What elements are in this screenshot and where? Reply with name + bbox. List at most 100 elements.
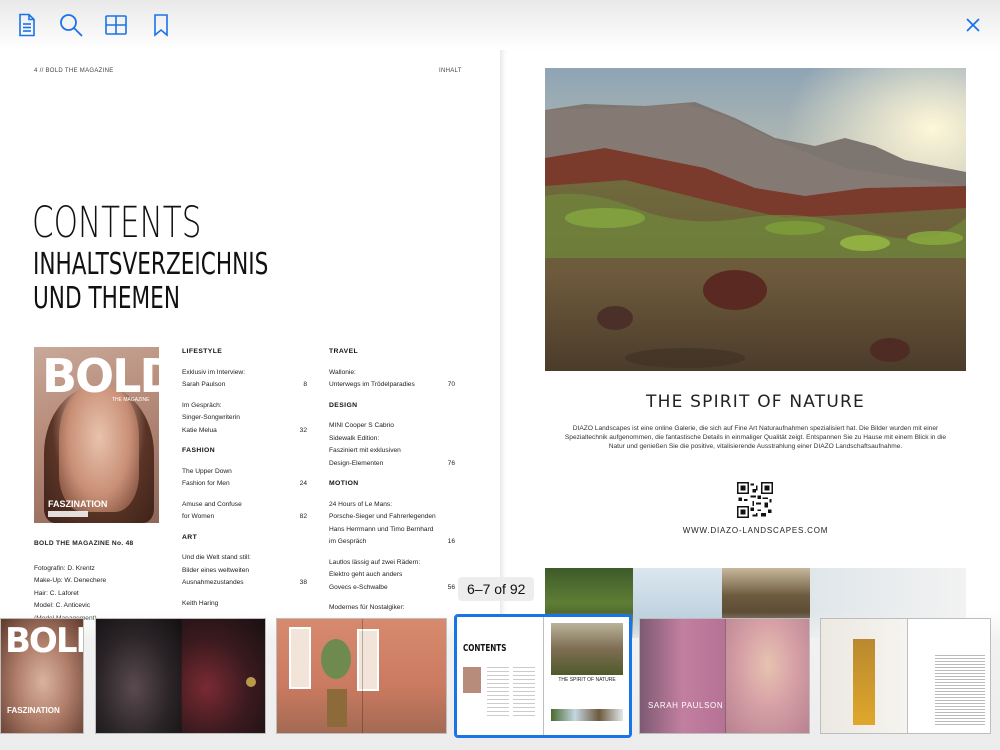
ad-headline: THE SPIRIT OF NATURE <box>646 392 865 412</box>
thumb-plant <box>321 639 351 679</box>
thumb-contents-cover <box>463 667 481 693</box>
toc-entry-text: Hans Herrmann und Timo Bernhard <box>329 525 434 533</box>
thumb-nature-page: THE SPIRIT OF NATURE <box>543 617 629 735</box>
credit-line: Fotografin: D. Krentz <box>34 564 95 572</box>
credit-line: Model: C. Anticevic <box>34 602 91 609</box>
page-folio: 4 // BOLD THE MAGAZINE <box>34 68 114 74</box>
toc-entry-text: Fashion for Men <box>182 480 230 487</box>
toc-page-number: 8 <box>303 381 307 388</box>
toc-entry-text: Fasziniert mit exklusiven <box>329 447 401 454</box>
search-icon[interactable] <box>58 12 84 38</box>
thumb-pages-2-3[interactable] <box>95 618 266 734</box>
toc-section-heading: ART <box>182 533 198 541</box>
close-icon[interactable] <box>962 14 984 36</box>
magazine-reader: 4 // BOLD THE MAGAZINE INHALT CONTENTS I… <box>0 0 1000 750</box>
credit-line: Hair: C. Laforet <box>34 589 79 597</box>
toc-page-number: 82 <box>299 513 307 520</box>
toc-entry-text: Im Gespräch: <box>182 401 222 409</box>
cover-model-face <box>59 387 139 512</box>
toc-entry[interactable]: Keith Haring <box>182 598 307 611</box>
subtitle-line-2: UND THEMEN <box>33 281 180 316</box>
toc-entry[interactable]: Lautlos lässig auf zwei Rädern: Elektro g… <box>329 557 455 595</box>
page-indicator: 6–7 of 92 <box>458 577 535 601</box>
thumb-pink-photo: SARAH PAULSON <box>640 619 725 733</box>
toc-entry-text: Sidewalk Edition: <box>329 434 380 442</box>
toc-entry[interactable]: MINI Cooper S Cabrio Sidewalk Edition: Fas… <box>329 420 455 470</box>
toc-entry-text: Amuse and Confuse <box>182 500 242 508</box>
toc-entry-text: Sarah Paulson <box>182 381 226 388</box>
toc-column-2: TRAVEL Wallonie: Unterwegs im Trödelparadi… <box>329 346 455 623</box>
toc-page-number: 24 <box>299 480 307 487</box>
thumb-spine <box>181 619 182 733</box>
subtitle-line-1: INHALTSVERZEICHNIS <box>33 247 269 282</box>
thumb-window <box>357 629 379 691</box>
toc-entry-text: Unterwegs im Trödelparadies <box>329 381 415 388</box>
thumb-pages-10-11[interactable] <box>820 618 991 734</box>
credit-line: Make-Up: W. Denechere <box>34 577 107 584</box>
thumb-strip <box>551 709 623 721</box>
grid-icon[interactable] <box>103 12 129 38</box>
cover-masthead: BOLD <box>42 349 159 403</box>
toc-entry-text: Govecs e-Schwalbe <box>329 583 388 591</box>
toc-entry[interactable]: 24 Hours of Le Mans: Porsche-Sieger und F… <box>329 499 455 549</box>
thumb-spine <box>725 619 726 733</box>
thumb-spine <box>907 619 908 733</box>
porsche-crest-icon <box>246 677 256 687</box>
toc-page-number: 32 <box>299 426 307 434</box>
bookmark-icon[interactable] <box>148 12 174 38</box>
cover-coverline: FASZINATION <box>48 499 108 509</box>
toc-column-1: LIFESTYLE Exklusiv im Interview: Sarah Pau… <box>182 346 307 618</box>
thumb-text-page <box>907 619 990 733</box>
toc-entry[interactable]: Und die Welt stand still: Bilder eines we… <box>182 552 307 590</box>
toc-entry-text: Design-Elementen <box>329 459 384 467</box>
toc-entry-text: Exklusiv im Interview: <box>182 368 246 376</box>
toc-entry-text: Singer-Songwriterin <box>182 414 240 421</box>
toc-page-number: 16 <box>447 538 455 545</box>
thumb-pages-6-7[interactable]: CONTENTS THE SPIRIT OF NATURE <box>454 614 632 738</box>
toc-entry-text: Bilder eines weltweiten <box>182 566 250 574</box>
toc-section-heading: LIFESTYLE <box>182 348 223 355</box>
toc-entry-text: The Upper Down <box>182 467 232 475</box>
toc-entry-text: Katie Melua <box>182 426 217 434</box>
thumb-table <box>327 689 347 727</box>
toc-entry[interactable]: Amuse and Confuse for Women 82 <box>182 499 307 524</box>
toc-section-heading: FASHION <box>182 447 216 454</box>
cover-image: BOLD THE MAGAZINE FASZINATION <box>34 347 159 523</box>
toc-section-heading: MOTION <box>329 480 359 487</box>
thumb-cover[interactable]: BOLD FASZINATION <box>0 618 84 734</box>
toc-entry-text: Lautlos lässig auf zwei Rädern: <box>329 558 421 566</box>
toc-entry-text: Keith Haring <box>182 599 219 607</box>
toc-entry-text: Und die Welt stand still: <box>182 554 251 561</box>
thumb-spine <box>362 619 363 733</box>
toc-entry[interactable]: Exklusiv im Interview: Sarah Paulson 8 <box>182 367 307 392</box>
toc-entry-text: 24 Hours of Le Mans: <box>329 500 393 508</box>
toc-entry-text: MINI Cooper S Cabrio <box>329 422 394 429</box>
thumb-landscape <box>551 623 623 675</box>
toc-entry-text: for Women <box>182 513 215 520</box>
toc-entry[interactable]: Wallonie: Unterwegs im Trödelparadies 70 <box>329 367 455 392</box>
toc-page-number: 76 <box>447 459 455 467</box>
thumbnail-strip[interactable]: BOLD FASZINATION CONTENTS <box>0 612 1000 750</box>
toc-entry-text: Ausnahmezustandes <box>182 579 244 586</box>
thumb-contents-page: CONTENTS <box>457 617 543 735</box>
toc-page-number: 56 <box>447 583 455 591</box>
toc-entry[interactable]: The Upper Down Fashion for Men 24 <box>182 466 307 491</box>
qr-code <box>737 482 773 518</box>
document-icon[interactable] <box>14 12 40 38</box>
toc-page-number: 38 <box>299 579 307 586</box>
thumb-spine <box>543 617 544 735</box>
thumb-pages-4-5[interactable] <box>276 618 447 734</box>
ad-website: WWW.DIAZO-LANDSCAPES.COM <box>682 526 829 535</box>
toc-page-number: 70 <box>447 381 455 388</box>
thumb-pages-8-9[interactable]: SARAH PAULSON <box>639 618 810 734</box>
thumb-contents-title: CONTENTS <box>463 643 507 654</box>
cover-coverline-bar <box>48 511 88 517</box>
credits-heading: BOLD THE MAGAZINE No. 48 <box>34 540 134 547</box>
toc-entry[interactable]: Im Gespräch: Singer-Songwriterin Katie Mel… <box>182 400 307 438</box>
toc-entry-text: Wallonie: <box>329 368 356 376</box>
thumb-spirit-title: THE SPIRIT OF NATURE <box>558 677 616 683</box>
thumb-window <box>289 627 311 689</box>
thumb-car-right <box>181 619 265 733</box>
thumb-cover-line: FASZINATION <box>7 706 60 715</box>
thumb-contents-lines <box>487 667 509 717</box>
